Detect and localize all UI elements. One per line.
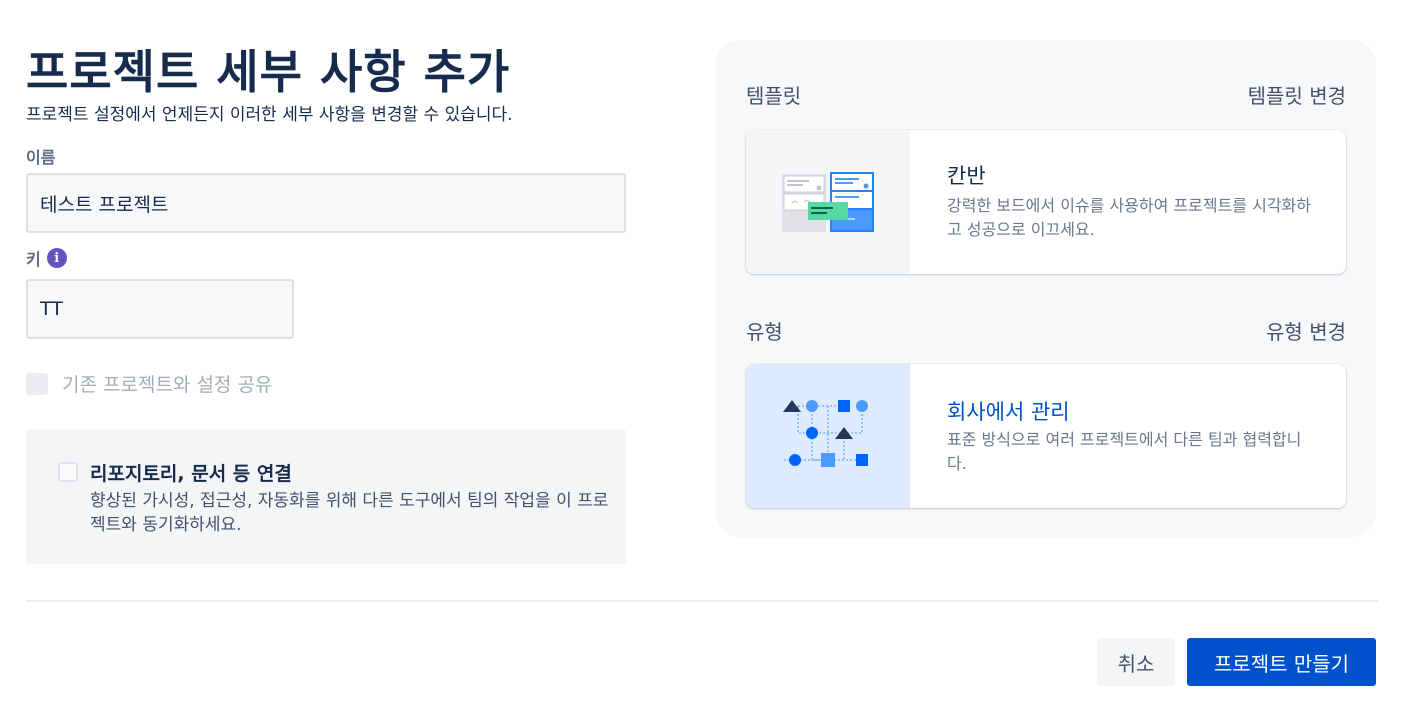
template-thumbnail [746,130,910,274]
template-section-header: 템플릿 템플릿 변경 [746,80,1346,109]
share-settings-row: 기존 프로젝트와 설정 공유 [26,370,272,397]
name-label: 이름 [26,144,55,168]
change-type-link[interactable]: 유형 변경 [1266,316,1346,345]
share-settings-label: 기존 프로젝트와 설정 공유 [62,374,273,396]
create-project-button[interactable]: 프로젝트 만들기 [1187,638,1376,686]
type-card-title[interactable]: 회사에서 관리 [947,396,1070,426]
info-icon[interactable]: i [46,248,67,268]
page-subtitle: 프로젝트 설정에서 언제든지 이러한 세부 사항을 변경할 수 있습니다. [26,105,513,125]
key-label: 키 i [26,246,67,270]
project-name-input[interactable]: 테스트 프로젝트 [26,173,626,233]
kanban-board-icon [782,172,874,232]
template-card: 칸반 강력한 보드에서 이슈를 사용하여 프로젝트를 시각화하고 성공으로 이끄… [746,130,1346,274]
connect-repos-description: 향상된 가시성, 접근성, 자동화를 위해 다른 도구에서 팀의 작업을 이 프… [90,491,609,535]
project-key-input[interactable]: TT [26,279,294,339]
type-section-header: 유형 유형 변경 [746,316,1346,345]
type-heading: 유형 [746,320,783,344]
company-managed-flow-icon [783,400,868,467]
template-card-description: 강력한 보드에서 이슈를 사용하여 프로젝트를 시각화하고 성공으로 이끄세요. [947,196,1311,239]
type-card-description: 표준 방식으로 여러 프로젝트에서 다른 팀과 협력합니다. [947,430,1302,473]
footer-divider [26,600,1378,602]
key-label-text: 키 [26,250,41,269]
share-settings-checkbox[interactable] [26,372,48,395]
page-title: 프로젝트 세부 사항 추가 [26,45,511,99]
template-card-title: 칸반 [947,164,986,188]
cancel-button[interactable]: 취소 [1097,638,1175,686]
project-key-value: TT [40,298,63,320]
type-card: 회사에서 관리 표준 방식으로 여러 프로젝트에서 다른 팀과 협력합니다. [746,364,1346,508]
change-template-link[interactable]: 템플릿 변경 [1248,80,1346,109]
connect-repos-title: 리포지토리, 문서 등 연결 [90,463,292,485]
name-label-text: 이름 [26,148,56,167]
project-name-value: 테스트 프로젝트 [40,193,169,216]
project-summary-panel: 템플릿 템플릿 변경 칸반 강력한 보드에서 이슈를 사용하여 프로젝트를 시각… [716,40,1376,537]
type-thumbnail [746,364,910,508]
template-heading: 템플릿 [746,84,802,108]
connect-repos-checkbox[interactable] [58,462,78,482]
connect-repos-panel: 리포지토리, 문서 등 연결 향상된 가시성, 접근성, 자동화를 위해 다른 … [26,429,626,564]
